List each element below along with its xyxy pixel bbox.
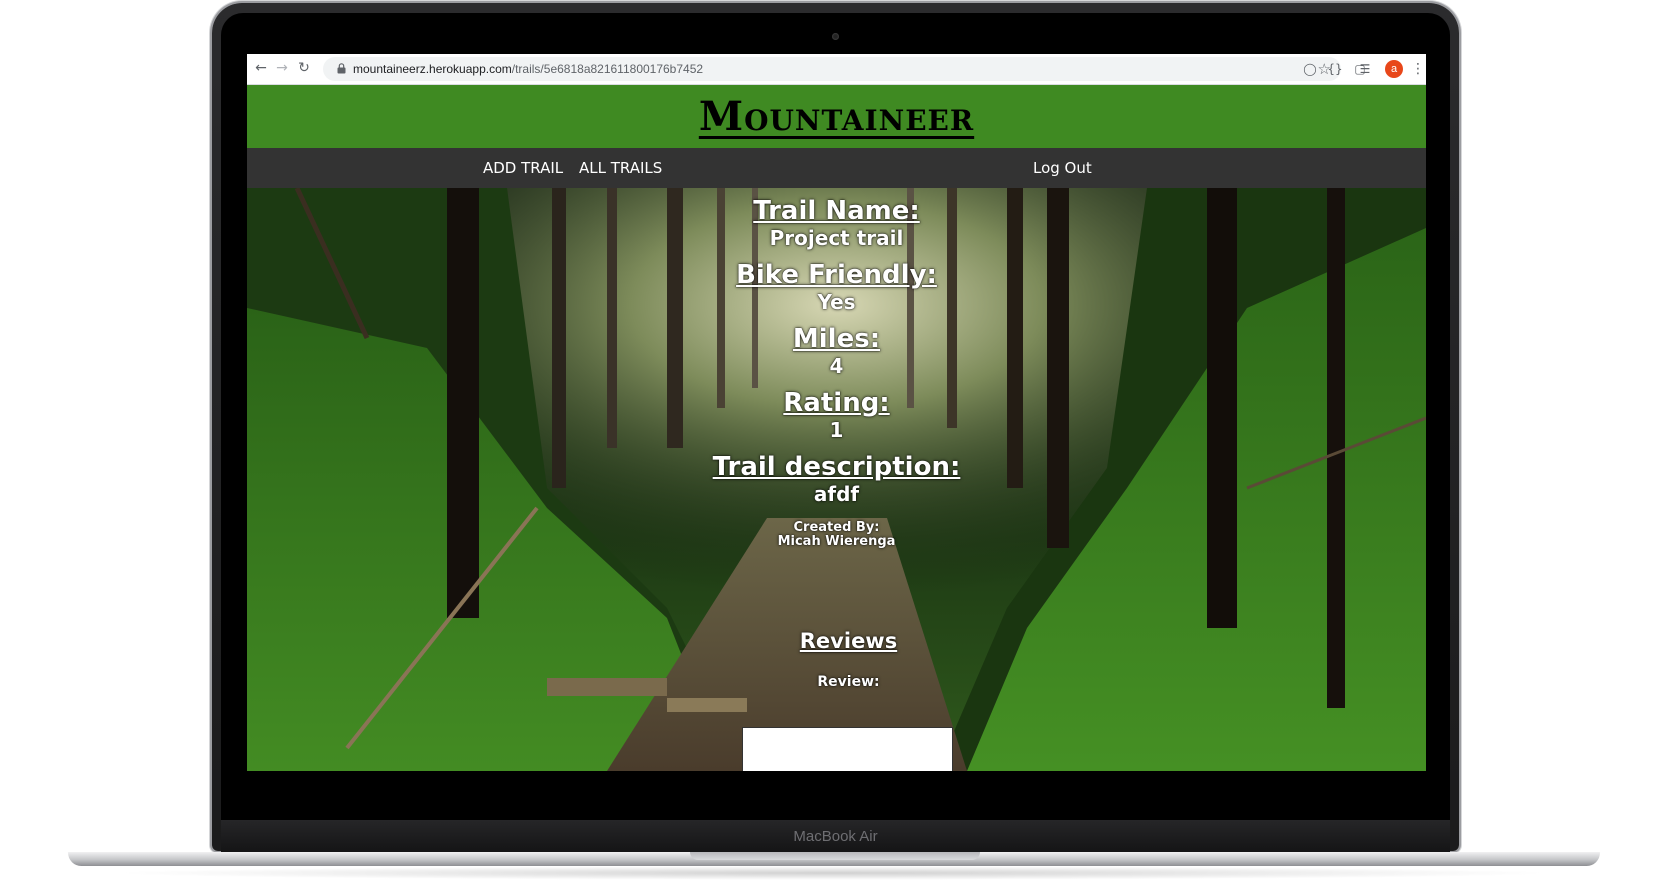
navbar: ADD TRAIL ALL TRAILS Log Out: [247, 148, 1426, 188]
miles-value: 4: [829, 354, 844, 378]
url-text: mountaineerz.herokuapp.com/trails/5e6818…: [353, 57, 703, 81]
site-logo-text: Mountaineer: [698, 93, 975, 140]
bike-friendly-value: Yes: [817, 290, 856, 314]
media-queue-icon[interactable]: ☰: [1357, 61, 1373, 77]
forward-arrow-icon[interactable]: →: [274, 60, 290, 76]
address-bar[interactable]: mountaineerz.herokuapp.com/trails/5e6818…: [323, 57, 1341, 81]
device-label: MacBook Air: [793, 828, 878, 845]
laptop-notch: [690, 852, 980, 860]
rating-value: 1: [829, 418, 844, 442]
extension-compass-icon[interactable]: ◯: [1302, 61, 1318, 77]
description-value: afdf: [813, 482, 860, 506]
url-path: /trails/5e6818a821611800176b7452: [511, 62, 704, 76]
profile-avatar[interactable]: a: [1385, 60, 1403, 78]
trail-name-label: Trail Name:: [753, 196, 920, 226]
review-label: Review:: [817, 674, 880, 690]
site-logo[interactable]: Mountaineer: [247, 85, 1426, 148]
miles-label: Miles:: [792, 324, 881, 354]
laptop-chin: MacBook Air: [221, 820, 1450, 853]
nav-logout[interactable]: Log Out: [1033, 148, 1092, 188]
review-input[interactable]: [742, 727, 953, 771]
lock-icon: [337, 63, 346, 74]
screen: ← → ↻ mountaineerz.herokuapp.com/trails/…: [247, 54, 1426, 771]
rating-label: Rating:: [783, 388, 890, 418]
created-by-value: Micah Wierenga: [777, 534, 896, 549]
created-by-label: Created By:: [793, 520, 880, 535]
site-header: Mountaineer: [247, 85, 1426, 148]
description-label: Trail description:: [712, 452, 961, 482]
reload-icon[interactable]: ↻: [296, 60, 312, 76]
browser-toolbar: ← → ↻ mountaineerz.herokuapp.com/trails/…: [247, 54, 1426, 85]
extension-brackets-icon[interactable]: {}: [1327, 61, 1343, 77]
trail-name-value: Project trail: [769, 226, 904, 250]
trail-detail: Trail Name: Project trail Bike Friendly:…: [247, 188, 1426, 771]
kebab-menu-icon[interactable]: ⋮: [1411, 60, 1425, 78]
nav-all-trails[interactable]: ALL TRAILS: [579, 148, 662, 188]
bike-friendly-label: Bike Friendly:: [736, 260, 937, 290]
laptop-shadow: [110, 866, 1556, 880]
nav-add-trail[interactable]: ADD TRAIL: [483, 148, 563, 188]
url-host: mountaineerz.herokuapp.com: [353, 62, 512, 76]
back-arrow-icon[interactable]: ←: [253, 60, 269, 76]
reviews-heading: Reviews: [799, 629, 898, 653]
camera-icon: [832, 33, 839, 40]
